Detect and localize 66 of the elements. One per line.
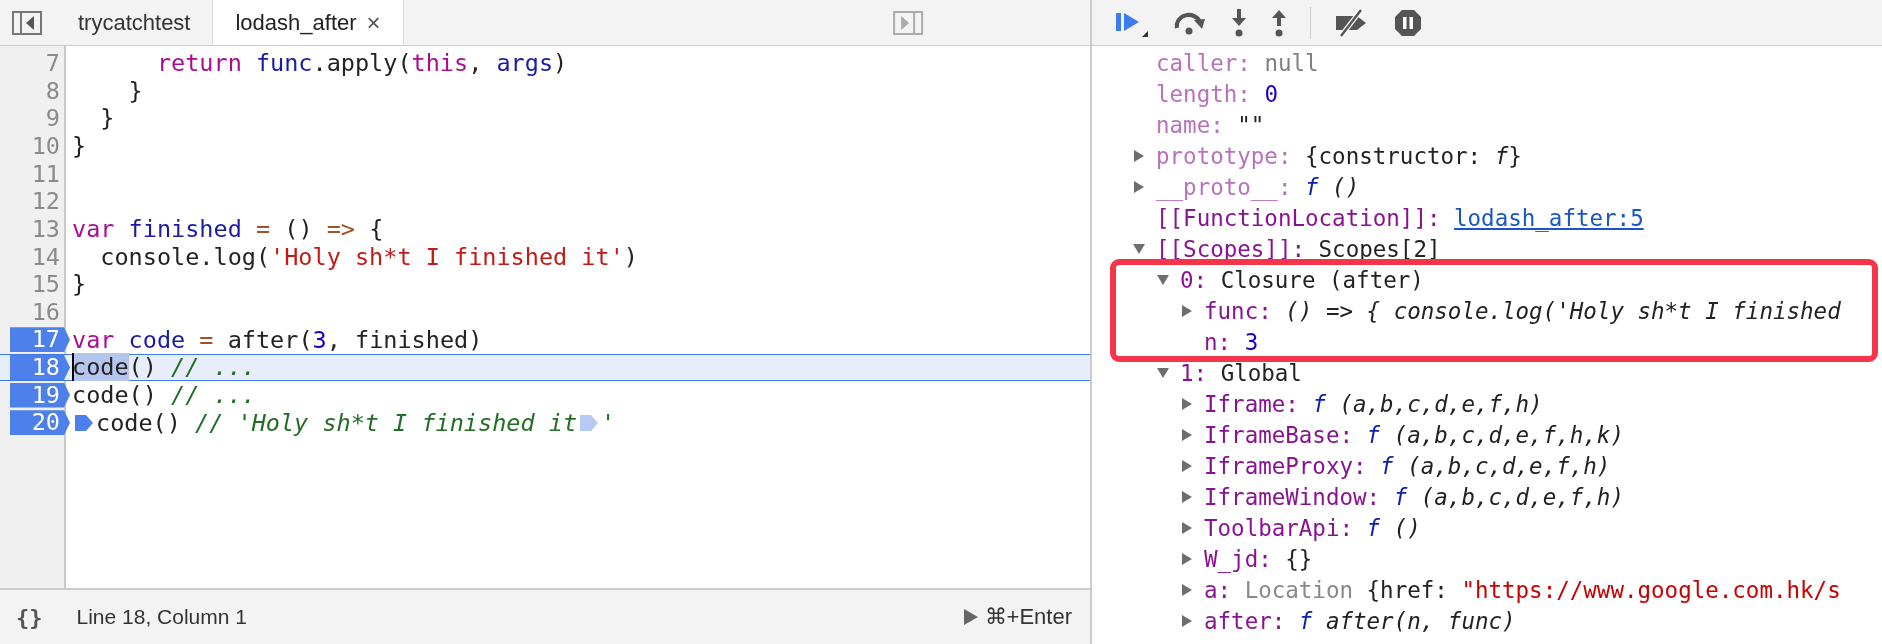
property-entry: n: 3 (1204, 328, 1259, 355)
code-line: code() // ... (71, 353, 256, 382)
expanded-arrow-icon[interactable] (1156, 365, 1170, 380)
code-line: } (71, 131, 87, 160)
expanded-arrow-icon[interactable] (1156, 272, 1170, 287)
code-line: } (127, 76, 143, 105)
code-line: } (99, 104, 115, 133)
collapsed-arrow-icon[interactable] (1180, 613, 1194, 628)
breakpoint-marker[interactable]: 20 (10, 410, 70, 436)
property-entry: length: 0 (1156, 80, 1278, 107)
cursor-position: Line 18, Column 1 (76, 605, 247, 629)
step-into-icon[interactable] (1230, 7, 1248, 38)
code-line: var code = after(3, finished) (71, 325, 483, 354)
property-entry: [[FunctionLocation]]: lodash_after:5 (1156, 204, 1644, 231)
property-entry: after: f after(n, func) (1204, 607, 1516, 634)
property-entry: func: () => { console.log('Holy sh*t I finished (1204, 297, 1841, 324)
play-icon[interactable] (962, 608, 979, 626)
property-entry: caller: null (1156, 49, 1319, 76)
property-entry: IframeProxy: f (a,b,c,d,e,f,h) (1204, 452, 1611, 479)
close-icon[interactable]: × (366, 8, 381, 37)
code-line: var finished = () => { (71, 214, 384, 243)
breakpoint-marker[interactable]: 18 (10, 354, 70, 380)
collapsed-arrow-icon[interactable] (1180, 551, 1194, 566)
property-entry: ToolbarApi: f () (1204, 514, 1421, 541)
code-line: code() // ... (71, 381, 256, 410)
collapsed-arrow-icon[interactable] (1132, 148, 1146, 163)
line-number: 11 (31, 159, 61, 188)
breakpoint-marker[interactable]: 19 (10, 382, 70, 408)
run-shortcut: ⌘+Enter (984, 604, 1072, 630)
navigator-toggle-icon[interactable] (12, 10, 42, 35)
property-entry: IframeWindow: f (a,b,c,d,e,f,h) (1204, 483, 1624, 510)
collapsed-arrow-icon[interactable] (1180, 396, 1194, 411)
file-tab[interactable]: lodash_after × (213, 0, 404, 45)
line-number: 12 (31, 187, 61, 216)
collapsed-arrow-icon[interactable] (1180, 489, 1194, 504)
code-line: } (71, 270, 87, 299)
pretty-print-icon[interactable]: {} (16, 604, 43, 630)
property-entry: 1: Global (1180, 359, 1302, 386)
code-line: return func.apply(this, args) (155, 48, 568, 77)
code-line: console.log('Holy sh*t I finished it') (99, 242, 638, 271)
expanded-arrow-icon[interactable] (1132, 241, 1146, 256)
line-number: 7 (45, 48, 61, 77)
breakpoint-marker[interactable]: 17 (10, 327, 70, 353)
property-entry: [[Scopes]]: Scopes[2] (1156, 235, 1441, 262)
property-entry: a: Location {href: "https://www.google.com.hk/s (1204, 576, 1841, 603)
property-entry: W_jd: {} (1204, 545, 1313, 572)
property-entry: __proto__: f () (1156, 173, 1360, 200)
collapsed-arrow-icon[interactable] (1180, 303, 1194, 318)
line-number: 10 (31, 131, 61, 160)
collapsed-arrow-icon[interactable] (1180, 582, 1194, 597)
property-entry: name: "" (1156, 111, 1265, 138)
property-entry: Iframe: f (a,b,c,d,e,f,h) (1204, 390, 1543, 417)
line-number: 16 (31, 298, 61, 327)
line-number: 15 (31, 270, 61, 299)
collapsed-arrow-icon[interactable] (1132, 179, 1146, 194)
collapsed-arrow-icon[interactable] (1180, 427, 1194, 442)
pause-icon[interactable] (1393, 7, 1423, 38)
property-entry: 0: Closure (after) (1180, 266, 1424, 293)
property-entry: IframeBase: f (a,b,c,d,e,f,h,k) (1204, 421, 1624, 448)
collapsed-arrow-icon[interactable] (1180, 458, 1194, 473)
line-number: 14 (31, 242, 61, 271)
property-entry: prototype: {constructor: f} (1156, 142, 1522, 169)
collapsed-arrow-icon[interactable] (1180, 520, 1194, 535)
line-number: 13 (31, 214, 61, 243)
line-number: 9 (45, 104, 61, 133)
line-number: 8 (45, 76, 61, 105)
